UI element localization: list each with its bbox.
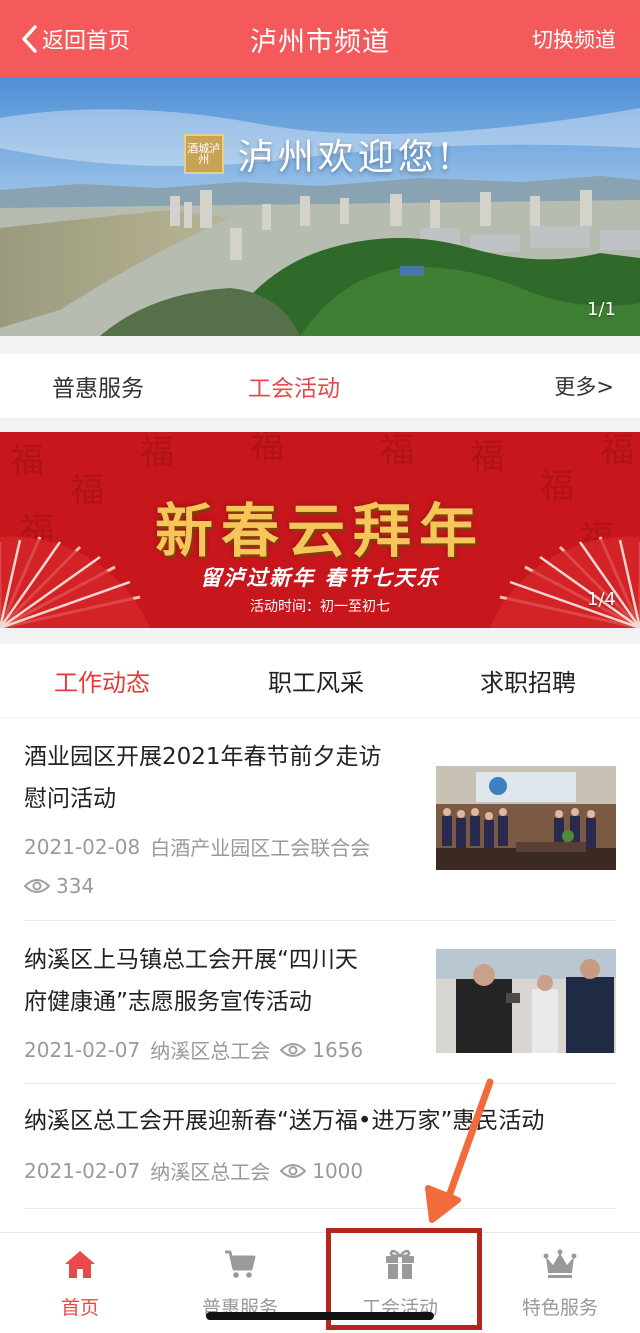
news-title: 纳溪区上马镇总工会开展“四川天 府健康通”志愿服务宣传活动 — [24, 939, 358, 1023]
tab-puhui-service[interactable]: 普惠服务 — [52, 369, 144, 403]
news-meta: 2021-02-08 白酒产业园区工会联合会 — [24, 832, 370, 861]
news-title-line: 纳溪区上马镇总工会开展“四川天 — [24, 947, 358, 973]
views-count: 334 — [24, 874, 94, 898]
tab-job-recruitment[interactable]: 求职招聘 — [480, 663, 576, 698]
news-date: 2021-02-07 — [24, 1158, 141, 1183]
list-item[interactable]: 纳溪区上马镇总工会开展“四川天 府健康通”志愿服务宣传活动 2021-02-07… — [0, 921, 640, 1083]
list-item[interactable]: 酒业园区开展2021年春节前夕走访 慰问活动 2021-02-08 白酒产业园区… — [0, 718, 640, 920]
news-thumbnail — [436, 949, 616, 1053]
svg-text:福: 福 — [250, 432, 284, 467]
spring-festival-banner[interactable]: 福福福 福福福 福福福福 新春云拜年 留泸过新年 春节七天乐 活动时间：初一至初… — [0, 432, 640, 628]
views-value: 334 — [56, 874, 95, 898]
news-title: 酒业园区开展2021年春节前夕走访 慰问活动 — [24, 736, 382, 820]
top-header: 返回首页 泸州市频道 切换频道 — [0, 0, 640, 78]
svg-text:福: 福 — [140, 433, 174, 473]
eye-icon — [280, 1042, 307, 1057]
news-list: 酒业园区开展2021年春节前夕走访 慰问活动 2021-02-08 白酒产业园区… — [0, 718, 640, 1232]
tab-union-activities[interactable]: 工会活动 — [248, 369, 340, 403]
news-source: 纳溪区总工会 — [150, 1039, 271, 1063]
svg-text:福: 福 — [10, 441, 44, 481]
festival-subtitle: 留泸过新年 春节七天乐 — [200, 566, 440, 590]
home-indicator — [206, 1312, 434, 1320]
banner-pager: 1/4 — [587, 589, 616, 610]
news-meta: 2021-02-07 纳溪区总工会 1000 — [24, 1156, 363, 1185]
nav-label: 首页 — [60, 1297, 99, 1319]
section-tabs: 普惠服务 工会活动 更多> — [0, 354, 640, 418]
city-seal-logo: 酒城泸州 — [183, 134, 224, 174]
views-value: 1656 — [312, 1037, 364, 1062]
news-title: 纳溪区总工会开展迎新春“送万福•进万家”惠民活动 — [24, 1100, 544, 1142]
more-link[interactable]: 更多> — [554, 371, 614, 401]
cart-icon — [225, 1250, 256, 1278]
banner-pager: 1/1 — [587, 299, 616, 320]
news-title-line: 酒业园区开展2021年春节前夕走访 — [24, 744, 382, 770]
news-title-line: 府健康通”志愿服务宣传活动 — [24, 989, 312, 1015]
city-panorama-image — [0, 78, 640, 336]
svg-text:福: 福 — [470, 437, 504, 477]
divider — [24, 1208, 616, 1209]
news-date: 2021-02-07 — [24, 1037, 141, 1062]
views-count: 1656 — [280, 1038, 363, 1062]
svg-text:福: 福 — [380, 432, 414, 471]
views-count: 1000 — [280, 1159, 363, 1183]
crown-icon — [543, 1249, 577, 1278]
festival-title: 新春云拜年 — [154, 497, 485, 565]
views-value: 1000 — [312, 1158, 364, 1183]
news-source: 白酒产业园区工会联合会 — [150, 836, 371, 860]
list-item[interactable]: 纳溪区总工会开展迎新春“送万福•进万家”惠民活动 2021-02-07 纳溪区总… — [0, 1084, 640, 1208]
news-title-line: 纳溪区总工会开展迎新春“送万福•进万家”惠民活动 — [24, 1108, 545, 1134]
nav-featured-service[interactable]: 特色服务 — [480, 1247, 640, 1320]
back-to-home-button[interactable]: 返回首页 — [0, 0, 130, 78]
chevron-left-icon — [22, 25, 37, 53]
back-label: 返回首页 — [42, 29, 131, 54]
news-date: 2021-02-08 — [24, 834, 141, 859]
news-thumbnail — [436, 766, 616, 870]
news-meta: 2021-02-07 纳溪区总工会 1656 — [24, 1035, 363, 1064]
nav-label: 特色服务 — [521, 1297, 598, 1319]
seal-text: 酒城泸州 — [187, 142, 221, 166]
welcome-caption: 酒城泸州 泸州欢迎您! — [0, 128, 640, 180]
welcome-text: 泸州欢迎您! — [237, 137, 457, 178]
nav-home[interactable]: 首页 — [0, 1247, 160, 1320]
festival-time: 活动时间：初一至初七 — [250, 599, 390, 615]
eye-icon — [280, 1163, 307, 1178]
home-icon — [65, 1251, 95, 1278]
news-title-line: 慰问活动 — [24, 786, 116, 812]
eye-icon — [24, 879, 50, 893]
svg-text:福: 福 — [600, 432, 634, 471]
tab-staff-style[interactable]: 职工风采 — [268, 663, 364, 698]
news-source: 纳溪区总工会 — [150, 1160, 271, 1184]
tab-work-news[interactable]: 工作动态 — [54, 663, 150, 698]
switch-channel-button[interactable]: 切换频道 — [532, 24, 640, 54]
news-tabs: 工作动态 职工风采 求职招聘 — [0, 644, 640, 718]
news-meta: 334 — [24, 874, 94, 898]
city-banner[interactable]: 酒城泸州 泸州欢迎您! 1/1 — [0, 78, 640, 336]
nav-puhui-service[interactable]: 普惠服务 — [160, 1247, 320, 1320]
